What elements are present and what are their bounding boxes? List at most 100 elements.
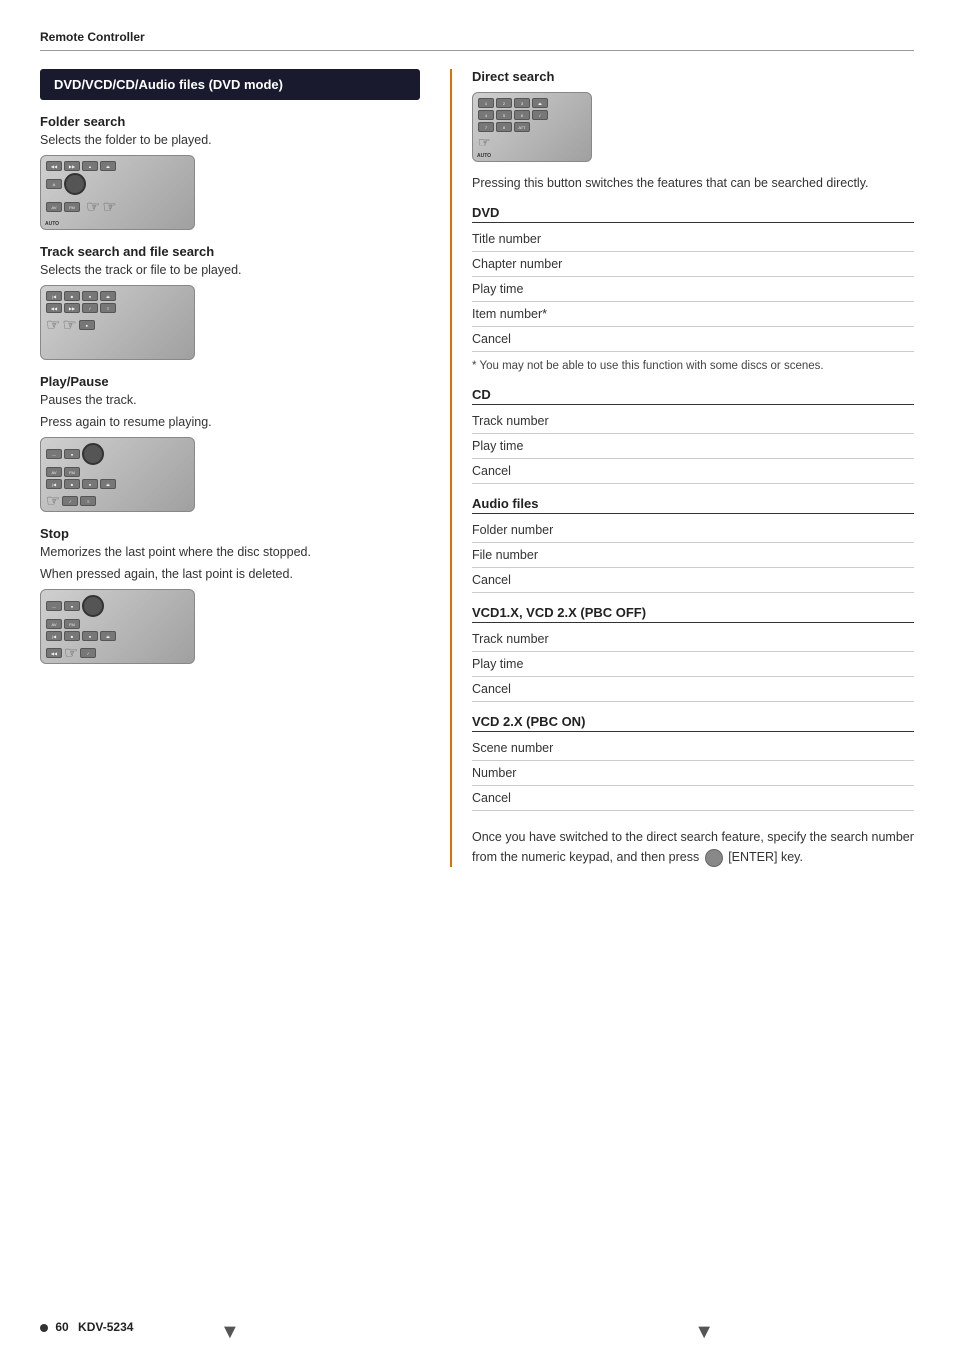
dvd-footnote: * You may not be able to use this functi… xyxy=(472,358,914,375)
page: Remote Controller DVD/VCD/CD/Audio files… xyxy=(0,0,954,1354)
cd-item-2: Play time xyxy=(472,434,914,459)
rc-btn: ✓ xyxy=(62,496,78,506)
rc-dial-big xyxy=(82,595,104,617)
play-pause-title: Play/Pause xyxy=(40,374,420,389)
rc-row-4: ☞ ✓ ≡ xyxy=(46,491,189,511)
rc-btn: ⏹ xyxy=(64,449,80,459)
play-pause-line2: Press again to resume playing. xyxy=(40,415,420,429)
audio-files-header: Audio files xyxy=(472,496,914,514)
rc-row-2: A xyxy=(46,173,189,195)
footer-model: KDV-5234 xyxy=(78,1320,133,1334)
track-search-remote-image: |◀ ■ ⏹ ⏏ ◀◀ ▶▶ ✓ ≡ ☞ ☞ xyxy=(40,285,195,360)
vcd1x-section: VCD1.X, VCD 2.X (PBC OFF) Track number P… xyxy=(472,605,914,702)
rc-btn: ■ xyxy=(64,479,80,489)
rc-label: AUTO xyxy=(45,221,59,227)
rc-btn: ✓ xyxy=(532,110,548,120)
remote-buttons-right: 1 2 3 ⏏ 4 5 6 ✓ 7 8 ATT xyxy=(478,98,586,151)
folder-search-remote-image: ◀◀ ▶▶ ▲ ⏏ A AV FM ☞ ☞ xyxy=(40,155,195,230)
left-column: DVD/VCD/CD/Audio files (DVD mode) Folder… xyxy=(40,69,420,867)
rc-btn: ⏹ xyxy=(64,601,80,611)
vcd2x-item-2: Number xyxy=(472,761,914,786)
folder-search-title: Folder search xyxy=(40,114,420,129)
vcd1x-header: VCD1.X, VCD 2.X (PBC OFF) xyxy=(472,605,914,623)
vcd1x-item-2: Play time xyxy=(472,652,914,677)
rc-btn: 2 xyxy=(496,98,512,108)
dvd-item-3: Play time xyxy=(472,277,914,302)
rc-btn: A xyxy=(46,179,62,189)
rc-row-2: ◀◀ ▶▶ ✓ ≡ xyxy=(46,303,189,313)
remote-buttons-4: — ⏹ AV FM |◀ ■ ⏹ ⏏ xyxy=(46,595,189,663)
rc-btn: ⏏ xyxy=(100,161,116,171)
rc-row-4: ☞ xyxy=(478,134,586,151)
rc-btn: |◀ xyxy=(46,631,62,641)
cd-item-1: Track number xyxy=(472,409,914,434)
rc-btn: 6 xyxy=(514,110,530,120)
rc-btn: FM xyxy=(64,202,80,212)
vcd2x-item-3: Cancel xyxy=(472,786,914,811)
direct-search-remote-image: 1 2 3 ⏏ 4 5 6 ✓ 7 8 ATT xyxy=(472,92,592,162)
rc-row-3: AV FM ☞ ☞ xyxy=(46,197,189,217)
rc-btn: AV xyxy=(46,619,62,629)
content-columns: DVD/VCD/CD/Audio files (DVD mode) Folder… xyxy=(40,69,914,867)
rc-btn: ≡ xyxy=(100,303,116,313)
rc-btn: |◀ xyxy=(46,479,62,489)
dvd-item-1: Title number xyxy=(472,227,914,252)
rc-btn: ATT xyxy=(514,122,530,132)
rc-btn: ✓ xyxy=(82,303,98,313)
rc-btn: ⏏ xyxy=(532,98,548,108)
rc-row-4: ◀◀ ☞ ✓ xyxy=(46,643,189,663)
hand-icon: ☞ xyxy=(46,315,60,335)
rc-btn: ⏏ xyxy=(100,479,116,489)
play-pause-remote-image: — ⏹ AV FM |◀ ■ ⏹ ⏏ xyxy=(40,437,195,512)
folder-search-section: Folder search Selects the folder to be p… xyxy=(40,114,420,230)
rc-btn: ◀◀ xyxy=(46,303,62,313)
rc-btn: ■ xyxy=(64,291,80,301)
hand-icon-2: ☞ xyxy=(102,197,116,217)
hand-icon: ☞ xyxy=(46,491,60,511)
bottom-note-text: Once you have switched to the direct sea… xyxy=(472,830,914,864)
hand-icon: ☞ xyxy=(86,197,100,217)
audio-item-2: File number xyxy=(472,543,914,568)
rc-btn: 3 xyxy=(514,98,530,108)
dvd-item-5: Cancel xyxy=(472,327,914,352)
rc-btn: AV xyxy=(46,202,62,212)
rc-row-3: |◀ ■ ⏹ ⏏ xyxy=(46,479,189,489)
rc-btn: 7 xyxy=(478,122,494,132)
rc-row-1: 1 2 3 ⏏ xyxy=(478,98,586,108)
bottom-note: Once you have switched to the direct sea… xyxy=(472,827,914,867)
rc-btn: 5 xyxy=(496,110,512,120)
audio-item-1: Folder number xyxy=(472,518,914,543)
rc-btn: ⏏ xyxy=(100,631,116,641)
right-column: Direct search 1 2 3 ⏏ 4 5 6 ✓ xyxy=(450,69,914,867)
rc-btn: ⏹ xyxy=(82,479,98,489)
stop-line1: Memorizes the last point where the disc … xyxy=(40,545,420,559)
rc-btn: ⏹ xyxy=(82,291,98,301)
rc-row-3: |◀ ■ ⏹ ⏏ xyxy=(46,631,189,641)
rc-row-2: AV FM xyxy=(46,467,189,477)
vcd2x-item-1: Scene number xyxy=(472,736,914,761)
stop-section: Stop Memorizes the last point where the … xyxy=(40,526,420,664)
vcd1x-item-1: Track number xyxy=(472,627,914,652)
rc-btn: |◀ xyxy=(46,291,62,301)
rc-btn: — xyxy=(46,601,62,611)
enter-key-icon xyxy=(705,849,723,867)
hand-icon-2: ☞ xyxy=(62,315,76,335)
remote-buttons-3: — ⏹ AV FM |◀ ■ ⏹ ⏏ xyxy=(46,443,189,512)
dvd-item-4: Item number* xyxy=(472,302,914,327)
cd-header: CD xyxy=(472,387,914,405)
left-column-arrow: ▼ xyxy=(220,1321,240,1344)
rc-btn: ⏹ xyxy=(82,631,98,641)
vcd2x-pbc-on-section: VCD 2.X (PBC ON) Scene number Number Can… xyxy=(472,714,914,811)
hand-icon: ☞ xyxy=(478,134,491,151)
rc-btn: FM xyxy=(64,467,80,477)
rc-btn: ◀◀ xyxy=(46,161,62,171)
rc-row-1: — ⏹ xyxy=(46,443,189,465)
stop-line2: When pressed again, the last point is de… xyxy=(40,567,420,581)
rc-dial-big xyxy=(82,443,104,465)
folder-search-desc: Selects the folder to be played. xyxy=(40,133,420,147)
rc-row-2: 4 5 6 ✓ xyxy=(478,110,586,120)
audio-item-3: Cancel xyxy=(472,568,914,593)
rc-row-1: — ⏹ xyxy=(46,595,189,617)
track-search-title: Track search and file search xyxy=(40,244,420,259)
page-footer: 60 KDV-5234 xyxy=(40,1320,133,1334)
